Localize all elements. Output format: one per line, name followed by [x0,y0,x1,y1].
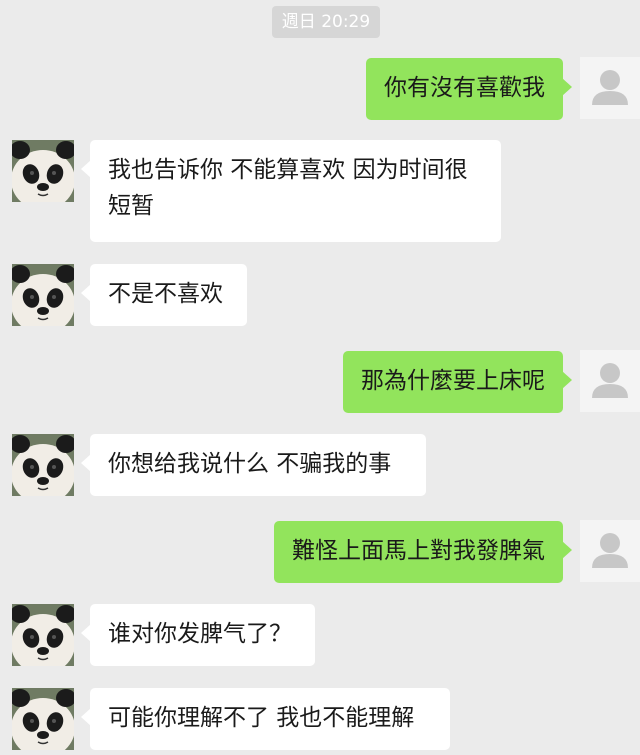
message-bubble-outgoing[interactable]: 你有沒有喜歡我 [366,58,572,120]
default-user-avatar-icon[interactable] [580,350,640,412]
message-bubble-incoming[interactable]: 不是不喜欢 [81,264,247,326]
message-bubble-outgoing[interactable]: 難怪上面馬上對我發脾氣 [274,521,572,583]
message-bubble-incoming[interactable]: 谁对你发脾气了？ [81,604,315,666]
default-user-avatar-icon[interactable] [580,520,640,582]
message-bubble-incoming[interactable]: 你想给我说什么 不骗我的事 [81,434,426,496]
panda-avatar-icon[interactable] [12,604,74,666]
message-bubble-outgoing[interactable]: 那為什麼要上床呢 [343,351,572,413]
panda-avatar-icon[interactable] [12,140,74,202]
message-row: 谁对你发脾气了？ [0,604,640,668]
panda-avatar-icon[interactable] [12,434,74,496]
message-row: 難怪上面馬上對我發脾氣 [0,520,640,584]
default-user-avatar-icon[interactable] [580,57,640,119]
message-row: 你有沒有喜歡我 [0,57,640,121]
panda-avatar-icon[interactable] [12,688,74,750]
timestamp: 週日 20:29 [272,6,380,38]
message-row: 我也告诉你 不能算喜欢 因为时间很短暂 [0,140,640,242]
message-row: 你想给我说什么 不骗我的事 [0,434,640,498]
message-row: 不是不喜欢 [0,264,640,328]
message-bubble-incoming[interactable]: 我也告诉你 不能算喜欢 因为时间很短暂 [81,140,501,242]
message-row: 可能你理解不了 我也不能理解 [0,688,640,752]
panda-avatar-icon[interactable] [12,264,74,326]
message-bubble-incoming[interactable]: 可能你理解不了 我也不能理解 [81,688,450,750]
chat-view[interactable]: 週日 20:29 你有沒有喜歡我 我也告诉你 不能算喜欢 因为时间很短暂 不是不… [0,0,640,755]
message-row: 那為什麼要上床呢 [0,350,640,414]
